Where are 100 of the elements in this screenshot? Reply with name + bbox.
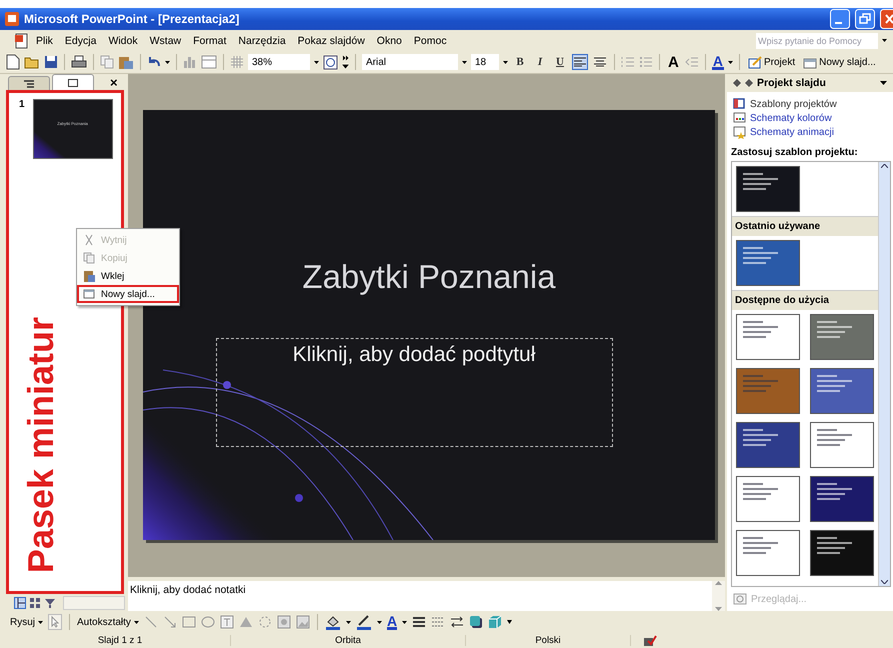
task-pane-link[interactable]: Schematy kolorów <box>733 112 887 125</box>
close-button[interactable]: × <box>110 76 118 90</box>
menu-item[interactable]: Widok <box>102 32 144 48</box>
template-thumbnail[interactable] <box>810 530 874 576</box>
normal-view-button[interactable] <box>14 596 26 608</box>
status-text: Polski <box>466 635 631 646</box>
template-thumbnail[interactable] <box>810 368 874 414</box>
table-icon[interactable] <box>201 55 217 69</box>
menu-item[interactable]: Nowy slajd... <box>77 285 179 303</box>
menu-item[interactable]: Plik <box>30 32 59 48</box>
caret-icon[interactable] <box>38 620 44 624</box>
outline-icon <box>24 80 34 88</box>
group-heading: Ostatnio używane <box>732 216 878 236</box>
arrow-style-icon[interactable] <box>450 616 464 628</box>
template-thumbnail[interactable] <box>810 476 874 522</box>
help-search-field[interactable]: Wpisz pytanie do Pomocy <box>756 32 878 48</box>
bold-button[interactable]: B <box>512 54 528 70</box>
shadow-icon[interactable] <box>469 615 484 629</box>
notes-placeholder[interactable]: Kliknij, aby dodać notatki <box>128 581 712 611</box>
dash-style-icon[interactable] <box>431 616 446 628</box>
design-button[interactable]: Projekt <box>746 56 798 68</box>
slide-title[interactable]: Zabytki Poznania <box>302 258 556 296</box>
undo-icon[interactable] <box>147 56 161 68</box>
annotation-label: Pasek miniatur <box>19 316 62 575</box>
menu-item[interactable]: Okno <box>370 32 408 48</box>
task-pane-link[interactable]: Szablony projektów <box>733 98 887 111</box>
toolbar-options-icon[interactable] <box>342 55 349 69</box>
font-color-button[interactable]: A <box>386 614 398 630</box>
vertical-scrollbar[interactable] <box>878 162 890 586</box>
template-thumbnail[interactable] <box>810 422 874 468</box>
template-thumbnail[interactable] <box>736 314 800 360</box>
menu-item[interactable]: Format <box>187 32 232 48</box>
caret-icon[interactable] <box>346 620 351 624</box>
folder-icon[interactable] <box>24 55 40 69</box>
zoom-field[interactable]: 38% <box>248 54 310 70</box>
vertical-scrollbar[interactable] <box>712 581 725 611</box>
grow-font-button[interactable]: A <box>666 54 681 70</box>
caret-icon[interactable] <box>134 620 139 624</box>
dropdown-arrow-icon[interactable] <box>882 39 887 42</box>
menu-item[interactable]: Pokaz slajdów <box>292 32 371 48</box>
slide-sorter-button[interactable] <box>29 596 41 608</box>
slide-show-button[interactable] <box>44 596 56 608</box>
task-pane-link[interactable]: Schematy animacji <box>733 126 887 139</box>
italic-button[interactable]: I <box>532 54 548 70</box>
caret-icon[interactable] <box>462 60 467 64</box>
new-document-icon[interactable] <box>6 54 20 70</box>
help-icon[interactable] <box>323 54 338 70</box>
line-color-icon[interactable] <box>356 614 372 630</box>
clip-art-icon[interactable] <box>276 615 291 629</box>
section-heading: Zastosuj szablon projektu: <box>730 146 859 160</box>
underline-button[interactable]: U <box>552 54 568 70</box>
template-thumbnail[interactable] <box>736 530 800 576</box>
template-thumbnail[interactable] <box>736 240 800 286</box>
slides-tab[interactable] <box>52 74 94 90</box>
3d-cube-icon[interactable] <box>488 615 502 629</box>
spelling-check-icon <box>643 634 657 646</box>
autoshapes-button[interactable]: Autokształty <box>77 616 139 628</box>
forward-icon[interactable] <box>745 79 753 87</box>
paste-icon[interactable] <box>118 54 134 70</box>
draw-button[interactable]: Rysuj <box>10 616 44 628</box>
restore-button[interactable] <box>855 9 875 29</box>
template-thumbnail[interactable] <box>736 476 800 522</box>
outline-tab[interactable] <box>8 76 50 90</box>
dropdown-arrow-icon[interactable] <box>880 81 887 85</box>
toolbar-options-icon[interactable] <box>507 620 512 624</box>
caret-icon[interactable] <box>376 620 382 624</box>
horizontal-scrollbar[interactable] <box>63 596 125 610</box>
font-color-button[interactable]: A <box>712 54 724 70</box>
menu-item[interactable]: Edycja <box>58 32 102 48</box>
menu-item[interactable]: Wklej <box>77 267 179 285</box>
template-thumbnail[interactable] <box>736 368 800 414</box>
scroll-up-icon <box>715 581 722 585</box>
caret-icon[interactable] <box>503 60 508 64</box>
scissors-icon <box>83 234 95 246</box>
window-title: Microsoft PowerPoint - [Prezentacja2] <box>24 12 240 26</box>
pointer-icon[interactable] <box>48 614 62 630</box>
menu-item[interactable]: Narzędzia <box>232 32 292 48</box>
template-thumbnail[interactable] <box>810 314 874 360</box>
new-slide-button[interactable]: Nowy slajd... <box>801 56 878 68</box>
caret-icon[interactable] <box>402 620 408 624</box>
line-style-icon[interactable] <box>412 616 426 628</box>
save-icon[interactable] <box>44 55 58 69</box>
caret-icon[interactable] <box>314 60 319 64</box>
status-text: Orbita <box>231 635 466 646</box>
back-icon[interactable] <box>733 79 741 87</box>
template-thumbnail[interactable] <box>736 422 800 468</box>
font-size-field[interactable]: 18 <box>471 54 499 70</box>
minimize-button[interactable] <box>830 9 850 29</box>
fill-color-icon[interactable] <box>324 614 341 630</box>
align-left-button[interactable] <box>572 54 588 70</box>
caret-icon[interactable] <box>165 60 170 64</box>
caret-icon[interactable] <box>728 60 733 64</box>
subtitle-placeholder[interactable]: Kliknij, aby dodać podtytuł <box>216 338 612 447</box>
print-icon[interactable] <box>71 55 87 69</box>
font-field[interactable]: Arial <box>362 54 458 70</box>
scroll-up-icon <box>881 164 888 168</box>
template-thumbnail[interactable] <box>736 166 800 212</box>
menu-item[interactable]: Pomoc <box>408 32 453 48</box>
close-button[interactable] <box>880 9 893 29</box>
menu-item[interactable]: Wstaw <box>144 32 188 48</box>
